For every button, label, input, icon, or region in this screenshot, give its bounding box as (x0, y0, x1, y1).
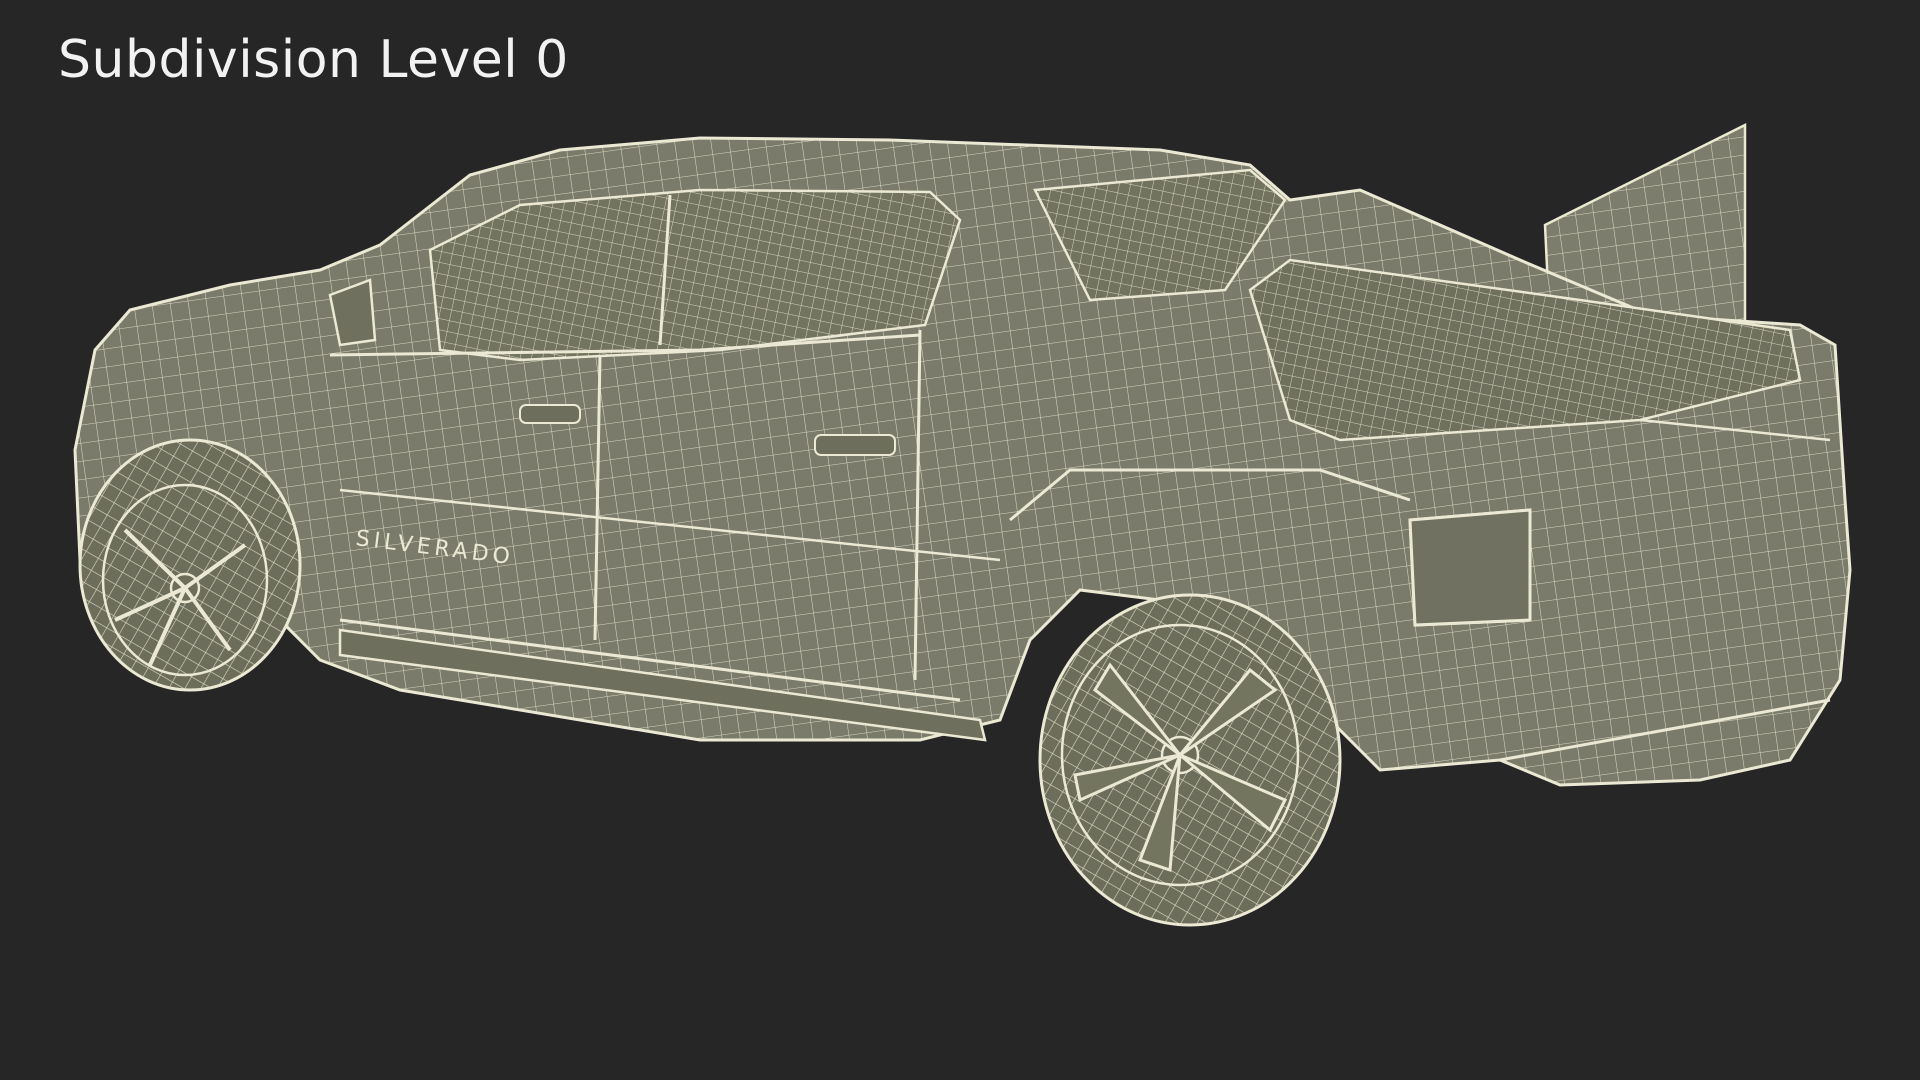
render-viewport: Subdivision Level 0 SILVERADO (0, 0, 1920, 1080)
truck-wireframe-model: SILVERADO (73, 122, 1852, 927)
door-handle-rear (814, 434, 896, 456)
rear-wheel (1038, 593, 1342, 927)
front-wheel (78, 438, 302, 692)
door-handle-front (519, 404, 581, 424)
tail-light (1408, 508, 1532, 627)
